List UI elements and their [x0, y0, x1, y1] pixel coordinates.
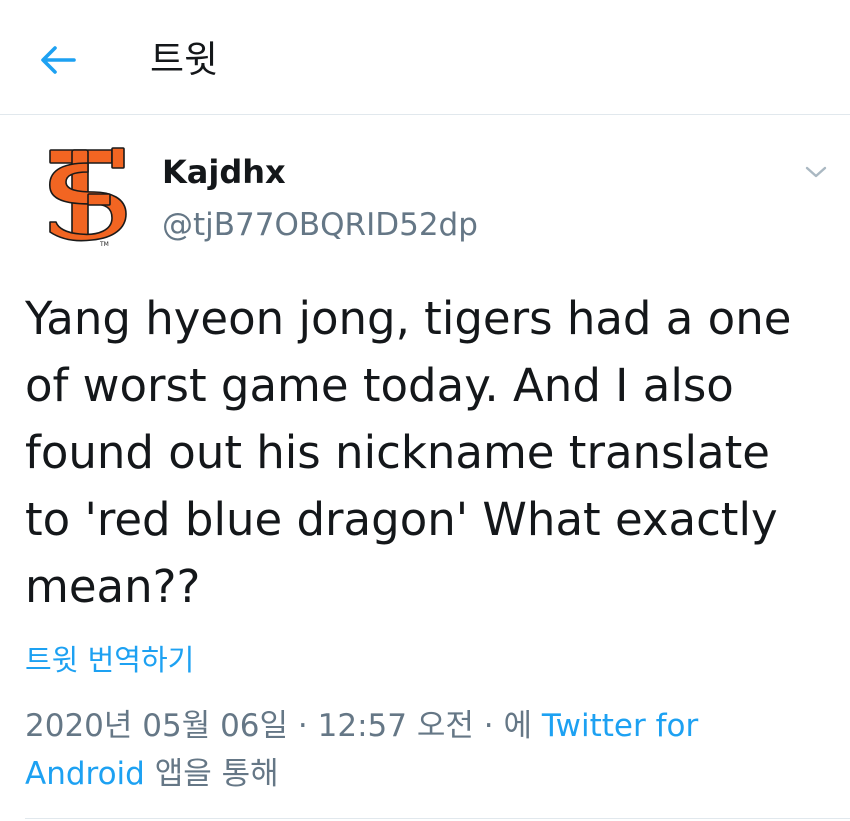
page-title: 트윗: [150, 38, 219, 81]
tweet-menu-button[interactable]: [798, 156, 834, 188]
author-display-name[interactable]: Kajdhx: [162, 152, 286, 192]
top-bar: 트윗: [0, 0, 850, 115]
meta-separator: ·: [483, 708, 494, 744]
tweet-metadata: 2020년 05월 06일 · 12:57 오전 · 에 Twitter for…: [25, 702, 805, 798]
trademark-mark: TM: [99, 241, 109, 248]
chevron-down-icon: [805, 166, 827, 178]
via-prefix: 에: [503, 708, 532, 744]
tweet-time: 12:57 오전: [317, 708, 474, 744]
meta-separator: ·: [297, 708, 308, 744]
translate-tweet-link[interactable]: 트윗 번역하기: [25, 640, 194, 680]
arrow-left-icon: [41, 46, 76, 74]
tweet-text: Yang hyeon jong, tigers had a one of wor…: [25, 292, 792, 613]
sf-giants-logo: TM: [49, 147, 127, 248]
divider: [25, 818, 850, 819]
avatar[interactable]: TM: [40, 142, 140, 252]
author-handle[interactable]: @tjB77OBQRID52dp: [162, 205, 478, 245]
via-suffix: 앱을 통해: [154, 756, 279, 792]
tweet-date: 2020년 05월 06일: [25, 708, 289, 744]
back-button[interactable]: [30, 36, 86, 84]
